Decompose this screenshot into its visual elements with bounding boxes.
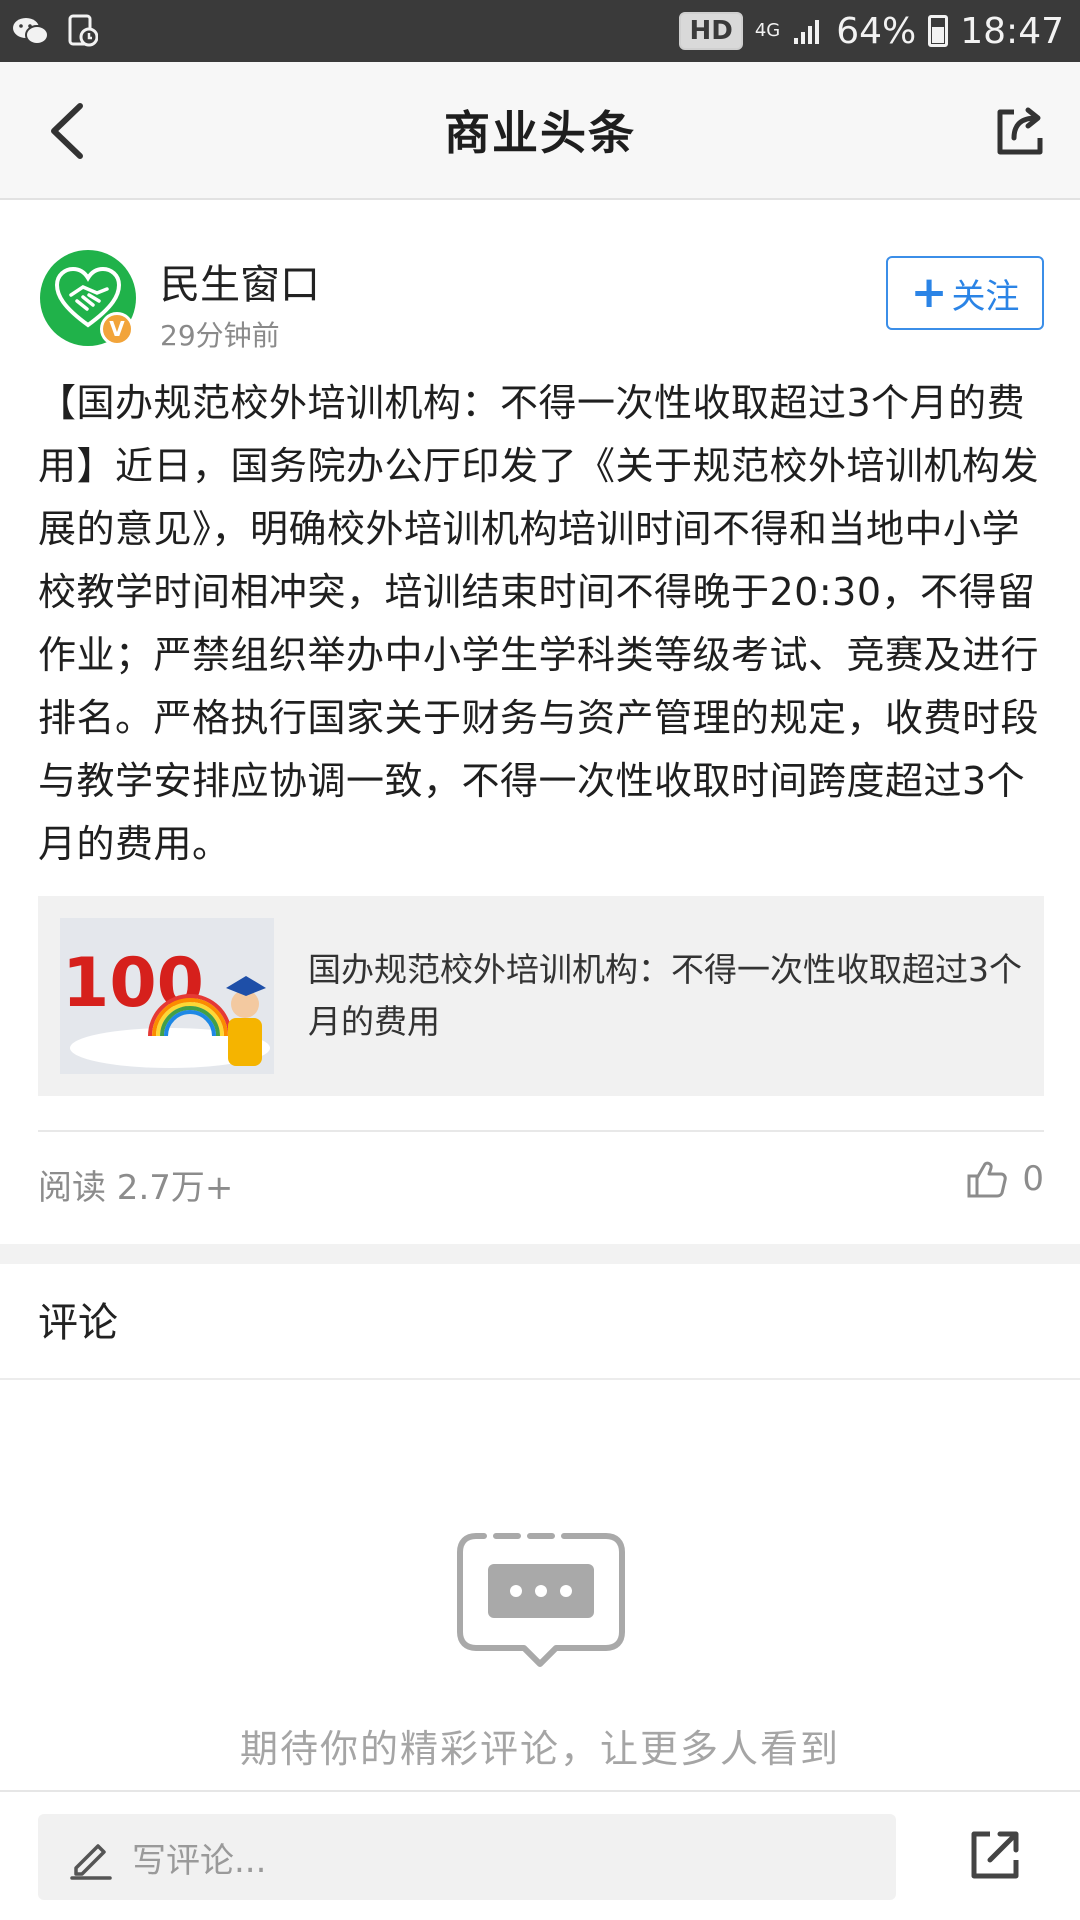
- status-bar-left: [12, 14, 98, 48]
- thumbs-up-icon: [967, 1161, 1008, 1198]
- read-count: 阅读 2.7万+: [38, 1168, 234, 1208]
- back-button[interactable]: [40, 98, 100, 164]
- pen-icon: [70, 1844, 112, 1880]
- comments-divider: [0, 1378, 1080, 1380]
- external-share-icon: [971, 1831, 1019, 1879]
- page-title: 商业头条: [444, 106, 636, 160]
- hd-badge: HD: [679, 12, 743, 50]
- status-bar-right: HD 4G 64% 18:47: [679, 11, 1064, 52]
- like-button[interactable]: 0: [966, 1158, 1044, 1200]
- verified-badge: V: [100, 312, 134, 346]
- notification-app-icon: [68, 14, 98, 47]
- section-separator: [0, 1244, 1080, 1264]
- linked-article-card[interactable]: 100 国办规范校外培训机构：不得一次性收取超过3个月的费用: [38, 896, 1044, 1096]
- signal-icon: [794, 20, 820, 44]
- top-navigation-bar: 商业头条: [0, 62, 1080, 200]
- write-comment-input[interactable]: 写评论...: [38, 1814, 896, 1900]
- stats-divider: [38, 1130, 1044, 1132]
- card-thumbnail: 100: [60, 918, 274, 1074]
- battery-icon: [928, 15, 949, 47]
- follow-label: 关注: [951, 276, 1020, 317]
- article-body: 【国办规范校外培训机构：不得一次性收取超过3个月的费用】近日，国务院办公厅印发了…: [38, 381, 1040, 866]
- wechat-icon: [13, 18, 49, 45]
- like-count: 0: [1022, 1159, 1044, 1199]
- share-icon: [997, 107, 1043, 155]
- author-name[interactable]: 民生窗口: [160, 252, 320, 310]
- card-title: 国办规范校外培训机构：不得一次性收取超过3个月的费用: [308, 950, 1022, 1041]
- chat-bubble-icon: [457, 1533, 625, 1667]
- thumbnail-illustration: 100: [60, 918, 274, 1074]
- battery-percent: 64%: [836, 10, 917, 52]
- share-button[interactable]: [990, 102, 1050, 162]
- forward-button[interactable]: [964, 1826, 1024, 1886]
- stats-row: 阅读 2.7万+ 0: [0, 1140, 1080, 1240]
- author-row: V 民生窗口 29分钟前 + 关注: [0, 200, 1080, 360]
- empty-comments-text: 期待你的精彩评论，让更多人看到: [239, 1727, 840, 1771]
- plus-icon: +: [910, 267, 948, 318]
- follow-button[interactable]: + 关注: [886, 256, 1044, 330]
- empty-comments-icon: [456, 1530, 626, 1680]
- status-bar: HD 4G 64% 18:47: [0, 0, 1080, 62]
- bottom-bar: 写评论...: [0, 1790, 1080, 1920]
- clock: 18:47: [960, 10, 1064, 52]
- network-type: 4G: [754, 20, 781, 41]
- chevron-left-icon: [51, 103, 83, 159]
- comments-heading: 评论: [38, 1300, 118, 1346]
- comment-placeholder: 写评论...: [132, 1840, 267, 1881]
- post-time: 29分钟前: [160, 319, 280, 352]
